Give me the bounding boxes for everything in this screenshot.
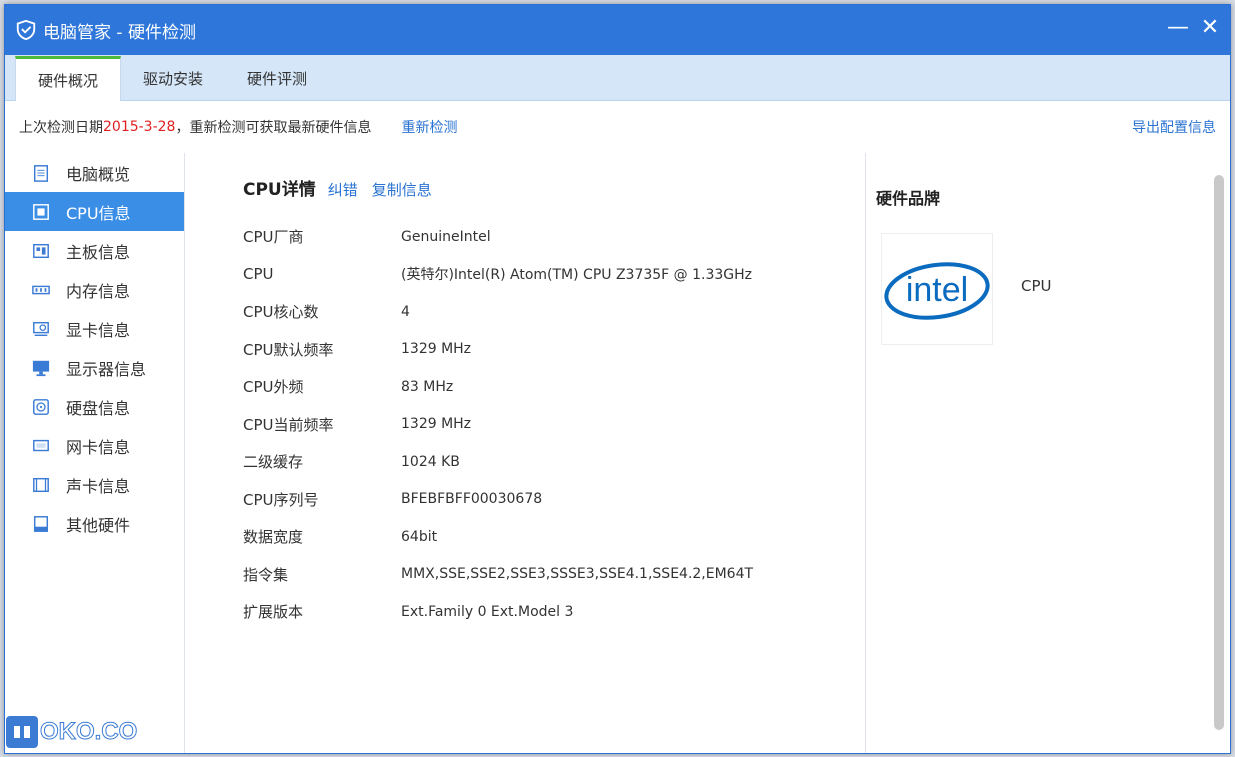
detail-row: 扩展版本 Ext.Family 0 Ext.Model 3 <box>243 593 863 631</box>
tab-hardware-overview[interactable]: 硬件概况 <box>15 56 122 101</box>
memory-icon <box>32 285 50 294</box>
sidebar-item-cpu[interactable]: CPU信息 <box>5 192 184 231</box>
shield-logo-icon <box>16 19 36 41</box>
disk-icon <box>33 398 49 415</box>
sidebar-item-monitor[interactable]: 显示器信息 <box>5 348 184 387</box>
sidebar: 电脑概览 CPU信息 主板信息 内存信息 显卡信息 显示器信息 硬盘信息 网卡信… <box>5 153 185 753</box>
detail-value: 83 MHz <box>401 378 454 395</box>
last-check-prefix: 上次检测日期 <box>19 120 103 136</box>
window-title: 电脑管家 - 硬件检测 <box>43 22 196 43</box>
detail-row: 指令集 MMX,SSE,SSE2,SSE3,SSSE3,SSE4.1,SSE4.2… <box>243 556 863 594</box>
graphics-card-icon <box>33 321 49 336</box>
detail-key: CPU默认频率 <box>243 340 334 359</box>
cpu-icon <box>33 203 49 220</box>
detail-value: 1329 MHz <box>401 416 472 433</box>
title-bar: 电脑管家 - 硬件检测 <box>5 5 1230 55</box>
detail-key: CPU厂商 <box>243 228 304 247</box>
sidebar-item-graphics[interactable]: 显卡信息 <box>5 309 184 348</box>
detail-row: CPU核心数 4 <box>243 293 863 331</box>
tab-bar: 硬件概况 驱动安装 硬件评测 <box>5 55 1230 101</box>
motherboard-icon <box>33 243 49 258</box>
brand-panel: 硬件品牌 intel CPU <box>865 153 1215 753</box>
sidebar-item-label: 网卡信息 <box>66 437 131 457</box>
sound-card-icon <box>33 477 49 492</box>
network-card-icon <box>33 439 49 451</box>
sidebar-item-network[interactable]: 网卡信息 <box>5 426 184 465</box>
sidebar-item-label: 内存信息 <box>66 281 131 301</box>
detail-row: 二级缓存 1024 KB <box>243 443 863 481</box>
sidebar-item-label: 声卡信息 <box>66 476 131 496</box>
sidebar-item-label: CPU信息 <box>66 203 131 223</box>
sidebar-item-other[interactable]: 其他硬件 <box>5 504 184 543</box>
detail-key: CPU核心数 <box>243 303 319 322</box>
detail-value: 1329 MHz <box>401 341 472 358</box>
sidebar-item-disk[interactable]: 硬盘信息 <box>5 387 184 426</box>
detail-key: 扩展版本 <box>243 603 304 622</box>
clipboard-icon <box>33 164 49 182</box>
monitor-icon <box>32 360 50 376</box>
sidebar-item-label: 电脑概览 <box>66 164 131 184</box>
detail-key: CPU外频 <box>243 378 304 397</box>
detail-value: 4 <box>401 303 410 320</box>
sidebar-item-label: 显示器信息 <box>66 359 147 379</box>
detail-value: 64bit <box>401 528 438 545</box>
sidebar-item-label: 硬盘信息 <box>66 398 131 418</box>
scrollbar[interactable] <box>1214 175 1224 730</box>
detail-row: CPU (英特尔)Intel(R) Atom(TM) CPU Z3735F @ 1… <box>243 256 863 294</box>
export-config-link[interactable]: 导出配置信息 <box>1132 117 1216 137</box>
detail-header: CPU详情 纠错 复制信息 <box>243 175 863 200</box>
brand-title: 硬件品牌 <box>876 189 941 208</box>
detail-row: CPU默认频率 1329 MHz <box>243 331 863 369</box>
detail-row: CPU序列号 BFEBFBFF00030678 <box>243 481 863 519</box>
detail-row: CPU厂商 GenuineIntel <box>243 218 863 256</box>
info-bar: 上次检测日期 2015-3-28 ，重新检测可获取最新硬件信息 重新检测 导出配… <box>5 101 1230 153</box>
sidebar-item-label: 其他硬件 <box>66 515 131 535</box>
cpu-detail-panel: CPU详情 纠错 复制信息 CPU厂商 GenuineIntel CPU (英特尔)… <box>243 175 863 631</box>
intel-logo: intel <box>881 233 993 345</box>
detail-row: CPU外频 83 MHz <box>243 368 863 406</box>
detail-row: 数据宽度 64bit <box>243 518 863 556</box>
brand-label: CPU <box>1021 277 1052 295</box>
sidebar-item-memory[interactable]: 内存信息 <box>5 270 184 309</box>
detail-key: 二级缓存 <box>243 453 304 472</box>
detail-value: 1024 KB <box>401 453 460 470</box>
watermark-icon <box>6 716 38 748</box>
hardware-detect-window: 电脑管家 - 硬件检测 — ✕ 硬件概况 驱动安装 硬件评测 上次检测日期 20… <box>4 4 1231 754</box>
minimize-button[interactable]: — <box>1164 14 1192 42</box>
detail-key: CPU当前频率 <box>243 415 334 434</box>
recheck-link[interactable]: 重新检测 <box>401 117 457 137</box>
sidebar-item-label: 主板信息 <box>66 242 131 262</box>
copy-info-link[interactable]: 复制信息 <box>372 179 432 200</box>
sidebar-item-motherboard[interactable]: 主板信息 <box>5 231 184 270</box>
detail-key: CPU <box>243 265 274 284</box>
close-button[interactable]: ✕ <box>1196 14 1224 42</box>
sidebar-item-label: 显卡信息 <box>66 320 131 340</box>
watermark-text: OKO.CO <box>39 718 138 746</box>
detail-value: (英特尔)Intel(R) Atom(TM) CPU Z3735F @ 1.33… <box>401 267 753 284</box>
intel-logo-icon: intel <box>884 262 990 320</box>
intel-logo-text: intel <box>906 271 968 309</box>
detail-key: 数据宽度 <box>243 528 304 547</box>
correct-link[interactable]: 纠错 <box>328 179 358 200</box>
detail-value: Ext.Family 0 Ext.Model 3 <box>401 603 574 620</box>
sidebar-item-sound[interactable]: 声卡信息 <box>5 465 184 504</box>
detail-key: CPU序列号 <box>243 490 319 509</box>
detail-key: 指令集 <box>243 565 289 584</box>
last-check-date: 2015-3-28 <box>103 119 176 135</box>
tab-hardware-benchmark[interactable]: 硬件评测 <box>225 56 329 100</box>
detail-title: CPU详情 <box>243 180 316 200</box>
tab-driver-install[interactable]: 驱动安装 <box>121 56 225 100</box>
watermark: OKO.CO <box>6 716 138 748</box>
sidebar-item-pc-overview[interactable]: 电脑概览 <box>5 153 184 192</box>
other-hardware-icon <box>33 515 49 532</box>
detail-value: MMX,SSE,SSE2,SSE3,SSSE3,SSE4.1,SSE4.2,EM… <box>401 566 754 583</box>
detail-value: GenuineIntel <box>401 228 491 245</box>
detail-row: CPU当前频率 1329 MHz <box>243 406 863 444</box>
detail-value: BFEBFBFF00030678 <box>401 491 543 508</box>
last-check-suffix: ，重新检测可获取最新硬件信息 <box>175 120 372 136</box>
